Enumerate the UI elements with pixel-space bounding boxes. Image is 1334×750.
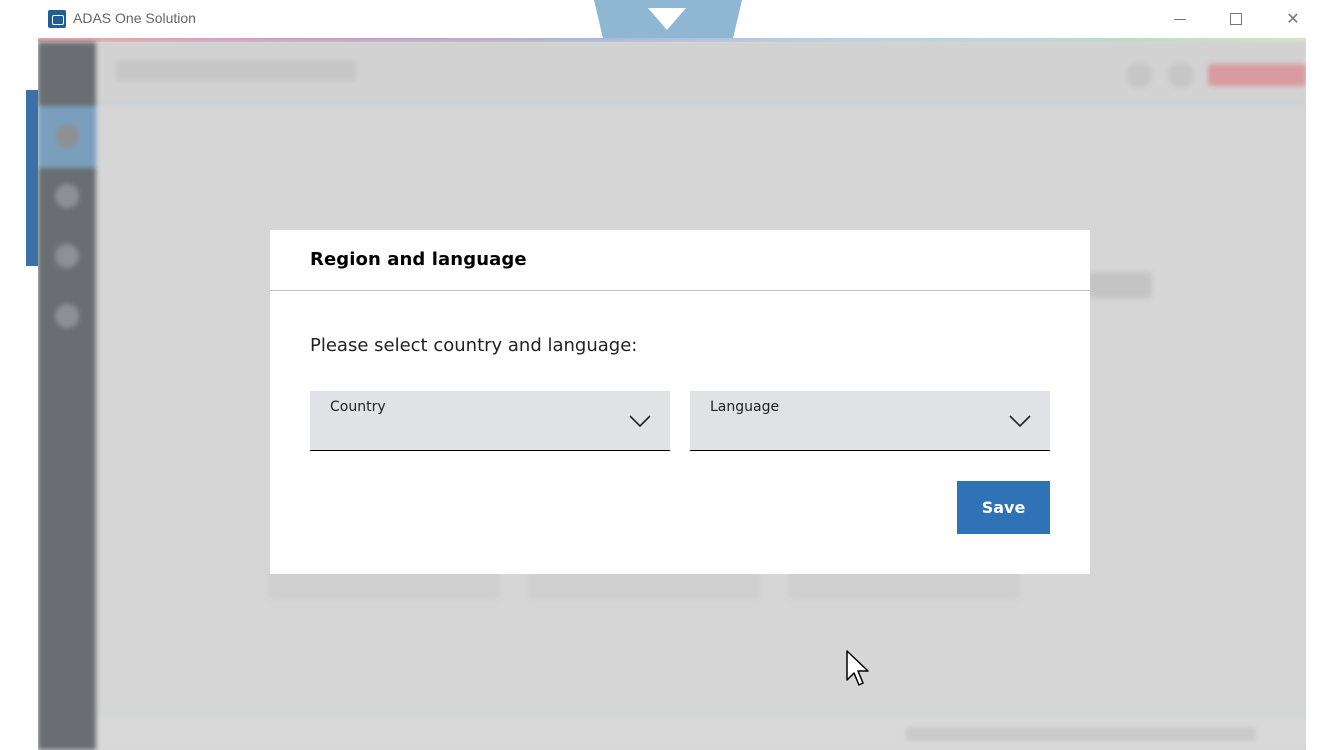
save-button[interactable]: Save bbox=[957, 481, 1050, 534]
maximize-button[interactable] bbox=[1221, 6, 1251, 32]
region-language-dialog: Region and language Please select countr… bbox=[270, 230, 1090, 574]
dialog-title: Region and language bbox=[310, 249, 527, 270]
mouse-cursor-icon bbox=[846, 650, 869, 686]
title-bar: ADAS One Solution ✕ bbox=[38, 0, 1306, 38]
home-icon bbox=[55, 124, 79, 148]
app-window: ADAS One Solution ✕ Region and language … bbox=[38, 0, 1306, 750]
maximize-icon bbox=[1230, 13, 1242, 25]
country-select[interactable]: Country bbox=[310, 391, 670, 451]
history-icon bbox=[55, 244, 79, 268]
close-button[interactable]: ✕ bbox=[1278, 6, 1306, 32]
dialog-header: Region and language bbox=[270, 230, 1090, 291]
sidebar-item-icon bbox=[55, 184, 79, 208]
close-icon: ✕ bbox=[1286, 9, 1300, 28]
desktop-window-edge bbox=[26, 90, 38, 266]
settings-icon bbox=[55, 304, 79, 328]
language-select[interactable]: Language bbox=[690, 391, 1050, 451]
language-select-label: Language bbox=[710, 399, 780, 415]
help-icon bbox=[1126, 62, 1152, 88]
background-heading bbox=[1088, 272, 1152, 298]
footer-text bbox=[906, 727, 1256, 741]
country-select-label: Country bbox=[330, 399, 386, 415]
chevron-down-icon bbox=[1009, 415, 1031, 428]
background-card bbox=[268, 572, 500, 600]
desktop-background bbox=[0, 0, 38, 750]
remote-pull-tab[interactable] bbox=[594, 0, 742, 38]
sidebar bbox=[38, 42, 96, 750]
chevron-down-icon bbox=[648, 8, 686, 30]
background-card bbox=[528, 572, 760, 600]
user-icon bbox=[1168, 62, 1194, 88]
brand-logo bbox=[1208, 64, 1306, 86]
minimize-button[interactable] bbox=[1165, 6, 1195, 32]
window-title: ADAS One Solution bbox=[73, 10, 196, 26]
background-card bbox=[788, 572, 1020, 600]
app-header bbox=[96, 42, 1306, 104]
app-logo-icon bbox=[48, 10, 66, 28]
chevron-down-icon bbox=[629, 415, 651, 428]
app-footer bbox=[96, 716, 1306, 750]
app-header-title bbox=[116, 60, 356, 82]
minimize-icon bbox=[1174, 19, 1186, 20]
dialog-prompt: Please select country and language: bbox=[310, 335, 638, 356]
